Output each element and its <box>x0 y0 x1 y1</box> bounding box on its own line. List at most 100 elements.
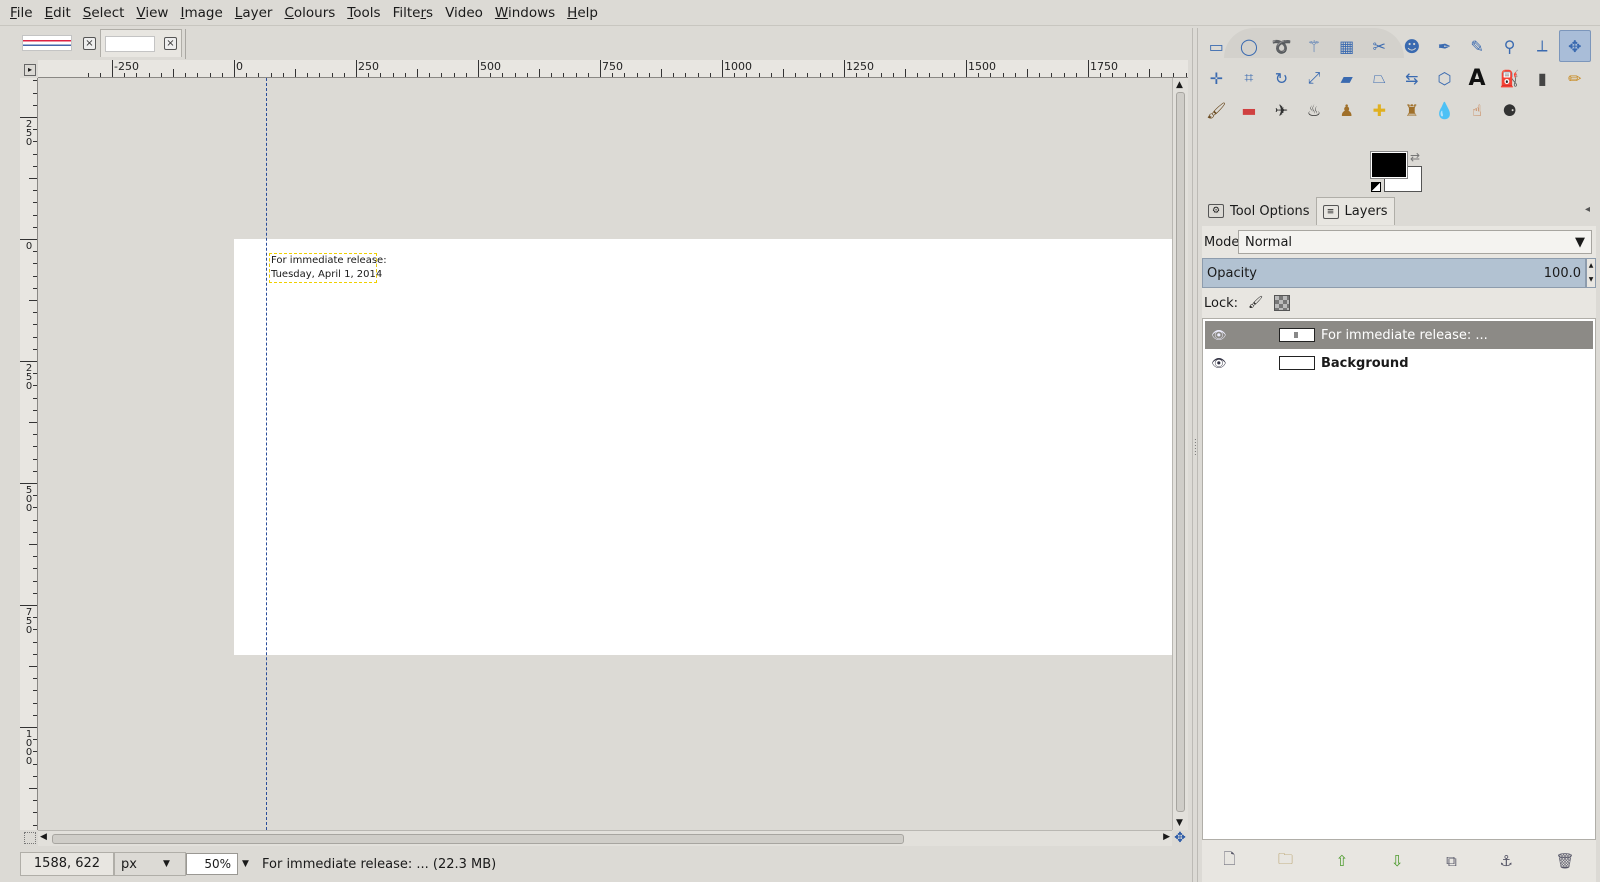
delete-layer-icon[interactable]: 🗑 <box>1556 852 1575 870</box>
ruler-tick <box>20 727 37 728</box>
rotate-icon[interactable]: ↻ <box>1265 62 1298 94</box>
scissors-icon[interactable]: ✂ <box>1363 30 1396 62</box>
menu-video[interactable]: Video <box>439 0 489 26</box>
visibility-eye-icon[interactable]: 👁 <box>1205 328 1233 342</box>
lower-layer-icon[interactable]: ⇩ <box>1391 852 1404 870</box>
swap-colors-icon[interactable]: ⇄ <box>1410 150 1420 164</box>
perspective-icon[interactable]: ⏢ <box>1363 62 1396 94</box>
chevron-down-icon[interactable]: ▼ <box>238 859 249 869</box>
zoom-input[interactable]: 50% <box>186 853 238 875</box>
duplicate-layer-icon[interactable]: ⧉ <box>1446 852 1457 870</box>
menu-windows[interactable]: Windows <box>489 0 561 26</box>
ruler-tick <box>392 73 394 77</box>
bucket-fill-icon[interactable]: ⛽ <box>1493 62 1526 94</box>
reset-colors-icon[interactable] <box>1371 182 1381 192</box>
paintbrush-icon[interactable]: 🖌 <box>1200 94 1233 126</box>
blur-icon[interactable]: 💧 <box>1428 94 1461 126</box>
cage-icon[interactable]: ⬡ <box>1428 62 1461 94</box>
blend-icon[interactable]: ▮ <box>1526 62 1559 94</box>
opacity-value: 100.0 <box>1543 265 1581 281</box>
unit-select[interactable]: px ▼ <box>114 852 186 876</box>
menu-edit[interactable]: Edit <box>39 0 77 26</box>
color-picker-icon[interactable]: ✎ <box>1461 30 1494 62</box>
align-icon[interactable]: ✛ <box>1200 62 1233 94</box>
crop-icon[interactable]: ⌗ <box>1233 62 1266 94</box>
menu-view[interactable]: View <box>130 0 174 26</box>
heal-icon[interactable]: ✚ <box>1363 94 1396 126</box>
scroll-right-icon[interactable]: ▶ <box>1163 832 1170 842</box>
foreground-select-icon[interactable]: ☻ <box>1396 30 1429 62</box>
ruler-tick <box>819 73 821 77</box>
vertical-ruler[interactable]: 250 0 250 500 750 1000 <box>20 78 38 830</box>
menu-filters[interactable]: Filters <box>387 0 440 26</box>
tab-layers[interactable]: ≡ Layers <box>1315 197 1395 225</box>
menu-select[interactable]: Select <box>77 0 131 26</box>
free-select-icon[interactable]: ➰ <box>1265 30 1298 62</box>
opacity-slider[interactable]: Opacity 100.0 <box>1202 258 1586 288</box>
smudge-icon[interactable]: ☝ <box>1461 94 1494 126</box>
visibility-eye-icon[interactable]: 👁 <box>1205 356 1233 370</box>
zoom-icon[interactable]: ⚲ <box>1493 30 1526 62</box>
close-icon[interactable]: × <box>83 36 96 50</box>
scale-icon[interactable]: ⤢ <box>1298 62 1331 94</box>
paths-icon[interactable]: ✒ <box>1428 30 1461 62</box>
text-icon[interactable]: A <box>1461 62 1494 94</box>
new-layer-icon[interactable]: 🗋 <box>1223 849 1235 874</box>
text-layer-boundary[interactable]: For immediate release: Tuesday, April 1,… <box>269 253 387 283</box>
vertical-scrollbar[interactable]: ▲ ▼ <box>1172 78 1188 830</box>
fuzzy-select-icon[interactable]: ⚚ <box>1298 30 1331 62</box>
dodge-burn-icon[interactable]: ⚈ <box>1493 94 1526 126</box>
navigate-icon[interactable]: ✥ <box>1172 830 1188 846</box>
canvas-viewport[interactable]: For immediate release: Tuesday, April 1,… <box>38 78 1188 830</box>
opacity-spinner[interactable]: ▲ ▼ <box>1586 258 1596 288</box>
ink-icon[interactable]: ♨ <box>1298 94 1331 126</box>
image-tab-2[interactable]: × <box>100 29 182 57</box>
ellipse-select-icon[interactable]: ◯ <box>1233 30 1266 62</box>
tab-tool-options[interactable]: ⚙ Tool Options <box>1202 197 1316 225</box>
select-by-color-icon[interactable]: ▦ <box>1330 30 1363 62</box>
scroll-down-icon[interactable]: ▼ <box>1176 818 1183 828</box>
scroll-up-icon[interactable]: ▲ <box>1176 80 1183 90</box>
zoom-select[interactable]: 50% ▼ <box>186 852 256 876</box>
eraser-icon[interactable]: ▬ <box>1233 94 1266 126</box>
horizontal-scrollbar[interactable]: ◀ ▶ <box>38 830 1172 846</box>
lock-pixels-icon[interactable]: 🖌 <box>1248 295 1264 311</box>
anchor-layer-icon[interactable]: ⚓ <box>1499 852 1512 870</box>
menu-tools[interactable]: Tools <box>341 0 386 26</box>
ruler-tick <box>33 458 37 460</box>
vertical-guide[interactable] <box>266 78 267 830</box>
move-icon[interactable]: ✥ <box>1558 30 1592 62</box>
raise-layer-icon[interactable]: ⇧ <box>1336 852 1349 870</box>
menu-help[interactable]: Help <box>561 0 604 26</box>
layer-row[interactable]: 👁 Background <box>1205 349 1593 377</box>
measure-icon[interactable]: ⟂ <box>1526 30 1559 62</box>
scroll-left-icon[interactable]: ◀ <box>40 832 47 842</box>
menu-colours[interactable]: Colours <box>278 0 341 26</box>
chevron-down-icon: ▼ <box>1575 234 1585 250</box>
new-layer-group-icon[interactable]: 🗀 <box>1278 849 1293 874</box>
clone-icon[interactable]: ♟ <box>1330 94 1363 126</box>
flip-icon[interactable]: ⇆ <box>1396 62 1429 94</box>
quick-mask-toggle-icon[interactable] <box>24 832 36 844</box>
ruler-corner-menu-icon[interactable]: ▸ <box>24 64 36 76</box>
lock-alpha-icon[interactable] <box>1274 295 1291 311</box>
perspective-clone-icon[interactable]: ♜ <box>1396 94 1429 126</box>
scroll-thumb[interactable] <box>1176 92 1185 812</box>
menu-layer[interactable]: Layer <box>229 0 279 26</box>
mode-select[interactable]: Normal ▼ <box>1238 230 1592 254</box>
menu-image[interactable]: Image <box>174 0 228 26</box>
image-canvas[interactable] <box>234 239 1179 655</box>
airbrush-icon[interactable]: ✈ <box>1265 94 1298 126</box>
pencil-icon[interactable]: ✏ <box>1559 62 1592 94</box>
layer-row[interactable]: 👁 For immediate release: ... <box>1205 321 1593 349</box>
rect-select-icon[interactable]: ▭ <box>1200 30 1233 62</box>
scroll-thumb[interactable] <box>52 834 904 844</box>
dock-menu-icon[interactable]: ◂ <box>1585 204 1590 215</box>
menu-file[interactable]: File <box>4 0 39 26</box>
close-icon[interactable]: × <box>164 37 177 50</box>
ruler-tick <box>905 69 906 77</box>
shear-icon[interactable]: ▰ <box>1330 62 1363 94</box>
image-tab-1[interactable]: × <box>18 29 100 57</box>
foreground-color-swatch[interactable] <box>1370 151 1408 179</box>
horizontal-ruler[interactable]: -250 0 250 500 750 1000 1250 1500 1750 <box>38 60 1188 78</box>
